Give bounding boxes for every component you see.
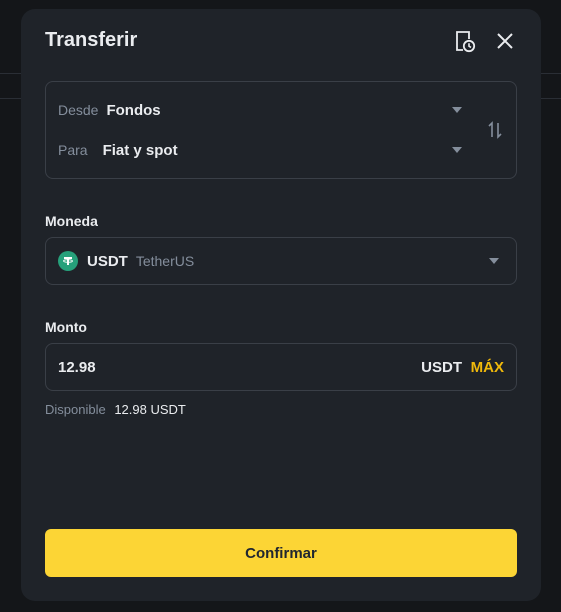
currency-select[interactable]: USDT TetherUS: [45, 237, 517, 285]
amount-field: USDT MÁX: [45, 343, 517, 391]
tether-icon: [58, 251, 78, 271]
modal-title: Transferir: [45, 29, 138, 51]
history-icon[interactable]: [453, 29, 477, 53]
swap-icon[interactable]: [484, 118, 506, 142]
available-balance: Disponible 12.98 USDT: [45, 402, 186, 417]
to-value: Fiat y spot: [102, 141, 178, 159]
from-label: Desde: [58, 102, 99, 118]
to-account-select[interactable]: Para Fiat y spot: [46, 138, 466, 162]
transfer-modal: Transferir Desde Fondos Para Fiat y spot: [21, 9, 541, 601]
amount-unit: USDT: [421, 358, 462, 376]
currency-code: USDT: [87, 252, 128, 270]
transfer-direction-box: Desde Fondos Para Fiat y spot: [45, 81, 517, 179]
confirm-button[interactable]: Confirmar: [45, 529, 517, 577]
close-icon[interactable]: [493, 29, 517, 53]
from-account-select[interactable]: Desde Fondos: [46, 98, 466, 122]
available-label: Disponible: [45, 402, 106, 417]
amount-label: Monto: [45, 319, 87, 335]
from-value: Fondos: [106, 101, 161, 119]
amount-input[interactable]: [58, 358, 358, 376]
to-label: Para: [58, 142, 88, 158]
chevron-down-icon: [489, 258, 499, 264]
max-button[interactable]: MÁX: [471, 359, 504, 376]
chevron-down-icon: [452, 147, 462, 153]
chevron-down-icon: [452, 107, 462, 113]
currency-name: TetherUS: [135, 253, 195, 269]
currency-label: Moneda: [45, 213, 98, 229]
available-value: 12.98 USDT: [114, 402, 186, 417]
